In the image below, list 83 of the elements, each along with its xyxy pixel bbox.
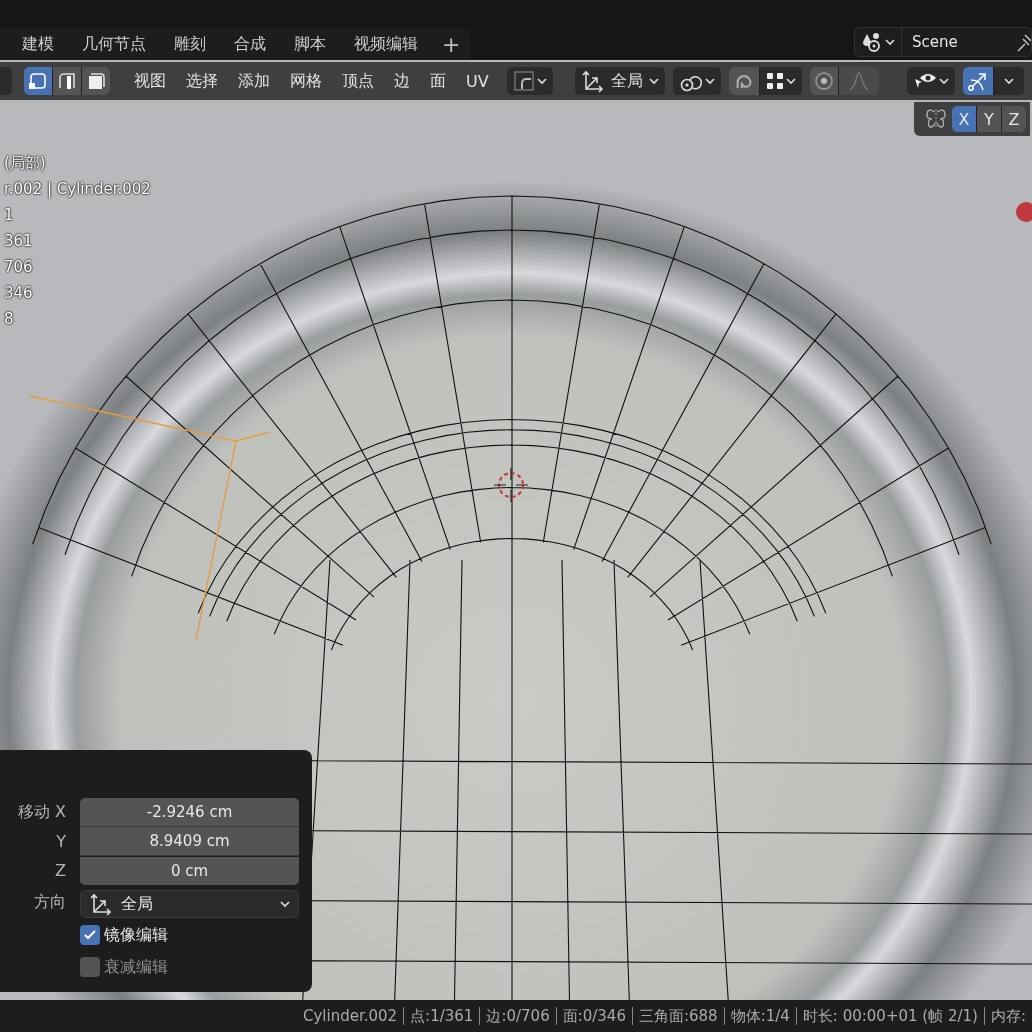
caret-icon [648, 77, 659, 85]
shading-dropdown[interactable] [506, 67, 553, 95]
caret-icon [885, 38, 895, 46]
gizmo-toggle[interactable] [962, 67, 993, 95]
axes-icon [580, 69, 605, 93]
curve-square-icon [512, 70, 535, 92]
field-label: 方向 [33, 891, 67, 913]
field-label: Y [55, 832, 67, 851]
status-text: 时长: 00:00+01 (帧 2/1) [795, 1007, 984, 1025]
proportional-edit-toggle[interactable] [809, 67, 838, 95]
checkbox[interactable] [80, 957, 100, 977]
orientation-dropdown[interactable]: 全局 [80, 890, 299, 918]
menu-item[interactable]: UV [456, 70, 499, 92]
target-circle-icon [812, 70, 835, 92]
scene-selector[interactable]: Scene [854, 27, 1032, 57]
grid-icon [765, 72, 784, 90]
gizmo-arrow-icon [966, 70, 989, 92]
scene-name: Scene [911, 33, 959, 51]
select-mode-button[interactable] [24, 67, 52, 95]
menu-item[interactable]: 视图 [124, 70, 176, 92]
checkbox-label: 衰减编辑 [104, 956, 168, 978]
object-name-label: r.002 | Cylinder.002 [3, 179, 151, 200]
3d-cursor-icon [494, 468, 528, 502]
axis-toggle[interactable]: Y [977, 106, 1001, 132]
number-field[interactable]: 8.9409 cm [80, 827, 299, 856]
workspace-tab[interactable]: 视频编辑 [340, 29, 432, 59]
edge-select-icon [56, 70, 78, 92]
stat-value: 706 [3, 257, 34, 278]
status-text: 物体:1/4 [723, 1007, 796, 1025]
number-field[interactable]: -2.9246 cm [80, 798, 299, 827]
stat-value: 8 [3, 309, 15, 330]
pivot-dropdown[interactable] [672, 67, 721, 95]
menu-item[interactable]: 边 [384, 70, 420, 92]
magnet-icon [735, 73, 752, 89]
status-text: 点:1/361 [403, 1007, 480, 1025]
visibility-dropdown[interactable] [906, 67, 955, 95]
workspace-tab[interactable]: 合成 [220, 29, 280, 59]
caret-icon [785, 77, 796, 85]
viewport-mode-label: (局部) [3, 153, 47, 174]
workspace-tab[interactable]: 雕刻 [160, 29, 220, 59]
status-text: 三角面:688 [631, 1007, 724, 1025]
scene-icon [861, 31, 883, 53]
workspace-tab[interactable]: 几何节点 [68, 29, 160, 59]
axis-toggle[interactable]: Z [1002, 106, 1026, 132]
menu-item[interactable]: 网格 [280, 70, 332, 92]
menu-item[interactable]: 顶点 [332, 70, 384, 92]
orientation-dropdown[interactable]: 全局 [574, 67, 665, 95]
checkmark-icon [83, 928, 97, 942]
status-text: Cylinder.002 [301, 1007, 399, 1025]
vertex-select-icon [27, 70, 49, 92]
checkbox[interactable] [80, 925, 100, 945]
pin-icon[interactable] [1017, 31, 1031, 53]
status-text: 边:0/706 [479, 1007, 556, 1025]
caret-icon [704, 77, 715, 85]
workspace-tab[interactable]: 脚本 [280, 29, 340, 59]
axes-icon [89, 892, 113, 916]
caret-icon [1003, 77, 1014, 85]
falloff-dropdown[interactable] [838, 67, 879, 95]
caret-icon [938, 77, 949, 85]
stat-value: 1 [3, 205, 15, 226]
butterfly-mirror-icon [924, 107, 948, 131]
field-label: 移动 X [16, 802, 67, 823]
caret-icon [280, 900, 290, 908]
checkbox-label: 镜像编辑 [104, 924, 168, 946]
stat-value: 346 [3, 283, 34, 304]
select-mode-button[interactable] [82, 67, 110, 95]
status-text: 面:0/346 [555, 1007, 632, 1025]
caret-icon [536, 77, 547, 85]
axis-toggle[interactable]: X [952, 106, 976, 132]
add-tab-button[interactable]: + [432, 31, 471, 57]
snap-toggle[interactable] [728, 67, 759, 95]
status-text: 内存: [983, 1007, 1032, 1025]
snap-target-dropdown[interactable] [759, 67, 802, 95]
menu-item[interactable]: 面 [420, 70, 456, 92]
menu-item[interactable]: 选择 [176, 70, 228, 92]
stat-value: 361 [3, 231, 34, 252]
workspace-tab[interactable]: 建模 [8, 29, 68, 59]
falloff-curve-icon [848, 71, 869, 91]
number-field[interactable]: 0 cm [80, 856, 299, 885]
gizmo-dropdown[interactable] [993, 67, 1024, 95]
field-label: Z [54, 861, 67, 880]
select-mode-button[interactable] [53, 67, 81, 95]
menu-item[interactable]: 添加 [228, 70, 280, 92]
